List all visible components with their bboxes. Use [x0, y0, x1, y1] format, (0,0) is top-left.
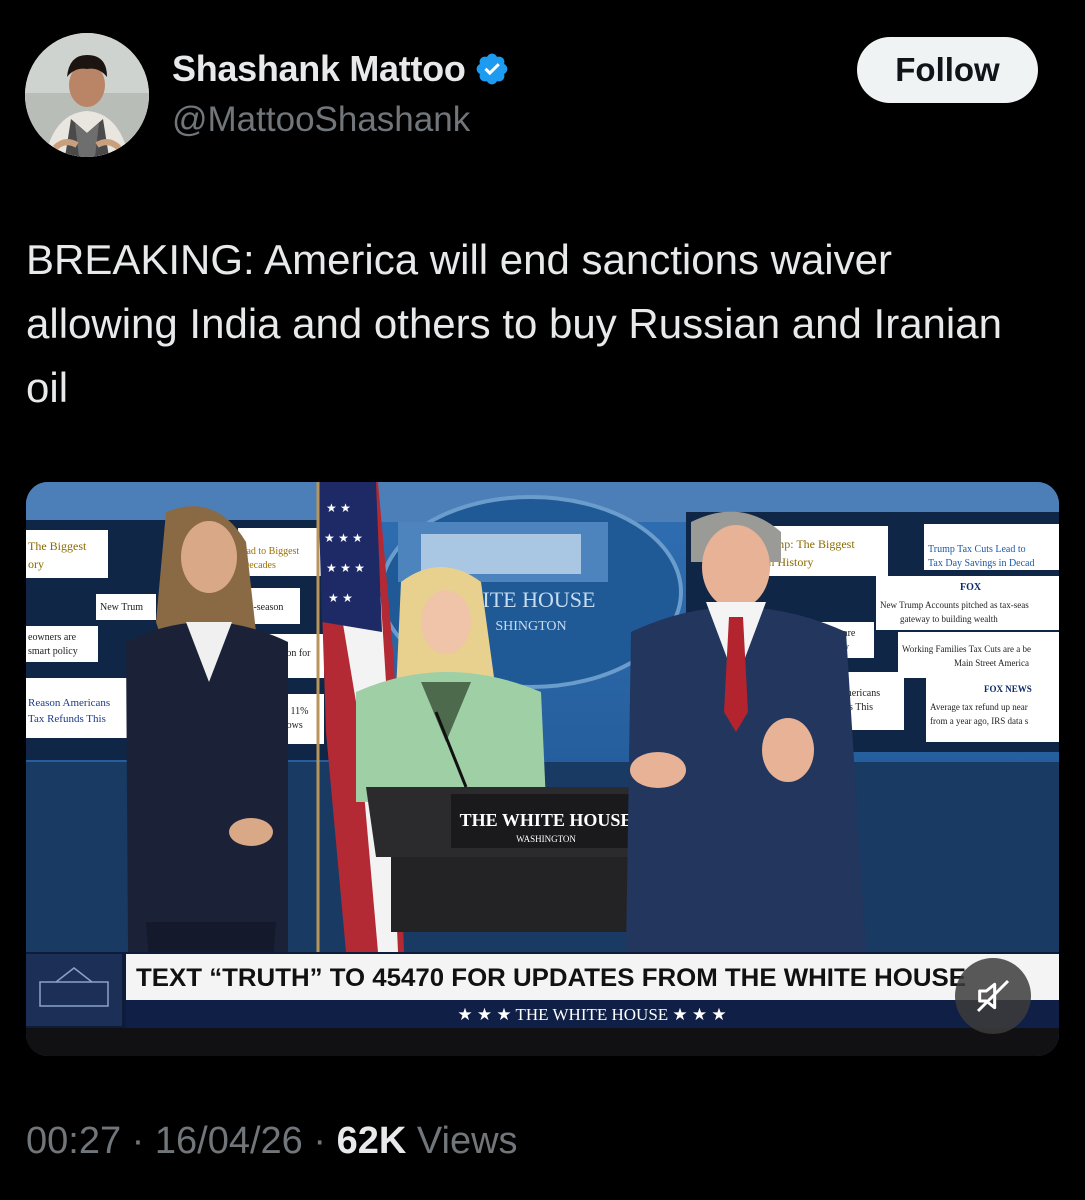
left-screen-headline-4b: Tax Refunds This: [28, 713, 106, 725]
svg-text:★ ★ ★: ★ ★ ★: [324, 531, 363, 545]
tweet-date[interactable]: 16/04/26: [155, 1120, 303, 1162]
author-name[interactable]: Shashank Mattoo: [172, 48, 466, 90]
tweet-video[interactable]: HITE HOUSE SHINGTON The Biggest ory New …: [26, 482, 1059, 1056]
author-name-row[interactable]: Shashank Mattoo: [172, 48, 510, 90]
left-screen-headline-4: Reason Americans: [28, 697, 110, 709]
right-screen-headline-2: Trump Tax Cuts Lead to: [928, 544, 1026, 555]
podium-subtitle: WASHINGTON: [516, 834, 576, 844]
tweet-time[interactable]: 00:27: [26, 1120, 121, 1162]
right-screen-headline-5b: Main Street America: [954, 658, 1029, 668]
chyron-text: TEXT “TRUTH” TO 45470 FOR UPDATES FROM T…: [136, 964, 966, 992]
left-screen-headline-1b: ory: [28, 557, 44, 571]
right-screen-headline-3: New Trump Accounts pitched as tax-seas: [880, 600, 1029, 610]
svg-text:★ ★ ★: ★ ★ ★: [326, 561, 365, 575]
right-screen-headline-7: Average tax refund up near: [930, 702, 1028, 712]
tweet-meta: 00:27 · 16/04/26 · 62K Views: [26, 1120, 518, 1163]
chyron-subtitle: ★ ★ ★ THE WHITE HOUSE ★ ★ ★: [457, 1005, 726, 1024]
author-handle[interactable]: @MattooShashank: [172, 100, 470, 140]
left-screen-headline-3: eowners are: [28, 632, 77, 643]
right-screen-fox-1: FOX: [960, 582, 982, 593]
left-screen-headline-5: ead to Biggest: [242, 546, 299, 557]
follow-button[interactable]: Follow: [857, 37, 1038, 103]
right-screen-fox-2: FOX NEWS: [984, 684, 1032, 694]
right-screen-headline-7b: from a year ago, IRS data s: [930, 716, 1029, 726]
views-count: 62K: [336, 1120, 407, 1162]
svg-text:★ ★: ★ ★: [328, 591, 353, 605]
right-screen-headline-5: Working Families Tax Cuts are a be: [902, 644, 1031, 654]
right-screen-headline-2b: Tax Day Savings in Decad: [928, 558, 1035, 569]
backdrop-sub: SHINGTON: [495, 619, 566, 634]
avatar[interactable]: [25, 33, 149, 157]
meta-separator: ·: [131, 1120, 155, 1162]
left-screen-headline-1: The Biggest: [28, 539, 87, 553]
svg-text:★ ★: ★ ★: [326, 501, 351, 515]
views-label: Views: [416, 1120, 518, 1162]
podium-title: THE WHITE HOUSE: [460, 810, 633, 830]
muted-speaker-icon[interactable]: [955, 958, 1031, 1034]
left-screen-headline-2: New Trum: [100, 602, 143, 613]
verified-badge-icon: [474, 51, 510, 87]
tweet-text: BREAKING: America will end sanctions wai…: [26, 236, 1002, 411]
left-screen-headline-3b: smart policy: [28, 646, 78, 657]
meta-separator: ·: [313, 1120, 337, 1162]
backdrop-title: HITE HOUSE: [467, 587, 596, 612]
right-screen-headline-3b: gateway to building wealth: [900, 614, 998, 624]
